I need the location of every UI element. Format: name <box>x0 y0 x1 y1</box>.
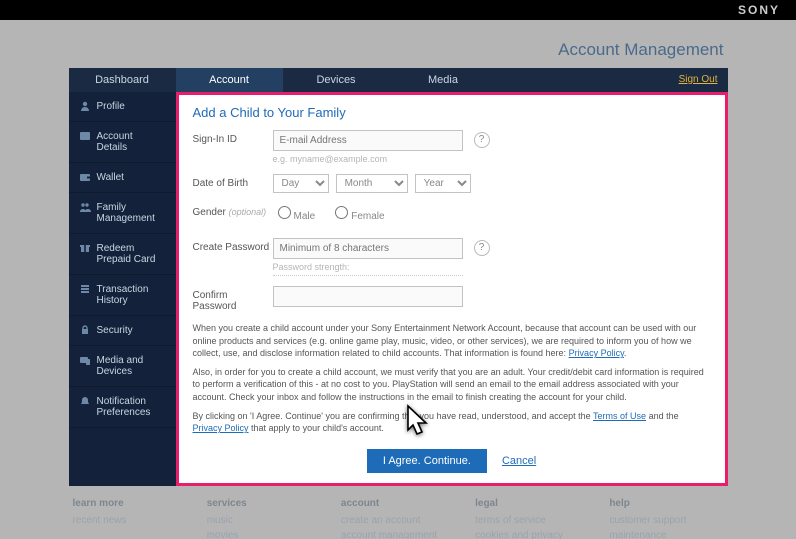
sidebar-item-redeem-prepaid[interactable]: Redeem Prepaid Card <box>69 234 176 275</box>
footer-heading: account <box>341 498 455 509</box>
tab-devices[interactable]: Devices <box>283 68 390 92</box>
dob-year-select[interactable]: Year <box>415 174 471 193</box>
page-footer: learn more recent news services musicmovie… <box>69 486 728 539</box>
footer-link[interactable]: movies <box>207 528 321 539</box>
card-title: Add a Child to Your Family <box>193 105 711 120</box>
footer-link[interactable]: maintenance <box>609 528 723 539</box>
sidebar-item-label: Transaction History <box>97 284 149 306</box>
sidebar-item-label: Security <box>97 325 133 336</box>
footer-heading: services <box>207 498 321 509</box>
cancel-link[interactable]: Cancel <box>502 455 536 467</box>
footer-link[interactable]: create an account <box>341 513 455 528</box>
label-dob: Date of Birth <box>193 174 273 189</box>
agree-continue-button[interactable]: I Agree. Continue. <box>367 449 487 473</box>
legal-text-2: Also, in order for you to create a child… <box>193 366 711 404</box>
label-confirm-password: Confirm Password <box>193 286 273 312</box>
dob-month-select[interactable]: Month <box>336 174 408 193</box>
gender-male-radio[interactable] <box>278 206 291 219</box>
gift-icon <box>79 242 91 254</box>
sidebar-item-account-details[interactable]: Account Details <box>69 122 176 163</box>
help-icon[interactable]: ? <box>474 132 490 148</box>
confirm-password-field[interactable] <box>273 286 463 307</box>
sidebar-item-media-devices[interactable]: Media and Devices <box>69 346 176 387</box>
sidebar-item-label: Media and Devices <box>97 355 144 377</box>
email-field[interactable] <box>273 130 463 151</box>
help-icon[interactable]: ? <box>474 240 490 256</box>
devices-icon <box>79 354 91 366</box>
sidebar-item-security[interactable]: Security <box>69 316 176 346</box>
male-label: Male <box>294 211 316 222</box>
password-field[interactable] <box>273 238 463 259</box>
tab-dashboard[interactable]: Dashboard <box>69 68 176 92</box>
gender-female-radio[interactable] <box>335 206 348 219</box>
female-label: Female <box>351 211 384 222</box>
add-child-card: Add a Child to Your Family Sign-In ID ? … <box>176 92 728 486</box>
sidebar-item-label: Account Details <box>97 131 133 153</box>
label-gender: Gender (optional) <box>193 203 273 218</box>
tab-account[interactable]: Account <box>176 68 283 92</box>
page-title: Account Management <box>73 40 724 60</box>
label-signin-id: Sign-In ID <box>193 130 273 145</box>
footer-link[interactable]: terms of service <box>475 513 589 528</box>
history-icon <box>79 283 91 295</box>
footer-heading: learn more <box>73 498 187 509</box>
lock-icon <box>79 324 91 336</box>
privacy-policy-link-2[interactable]: Privacy Policy <box>193 423 249 433</box>
sidebar-item-transaction-history[interactable]: Transaction History <box>69 275 176 316</box>
sidebar-item-label: Wallet <box>97 172 124 183</box>
sidebar-item-label: Notification Preferences <box>97 396 151 418</box>
email-hint: e.g. myname@example.com <box>273 154 711 164</box>
sidebar-item-family-management[interactable]: Family Management <box>69 193 176 234</box>
wallet-icon <box>79 171 91 183</box>
sidebar-item-label: Redeem Prepaid Card <box>97 243 156 265</box>
id-card-icon <box>79 130 91 142</box>
account-sidebar: Profile Account Details Wallet Family Ma… <box>69 92 176 486</box>
footer-heading: legal <box>475 498 589 509</box>
family-icon <box>79 201 91 213</box>
footer-link[interactable]: customer support <box>609 513 723 528</box>
footer-link[interactable]: cookies and privacy policy <box>475 528 589 539</box>
dob-day-select[interactable]: Day <box>273 174 329 193</box>
tab-media[interactable]: Media <box>390 68 497 92</box>
label-create-password: Create Password <box>193 238 273 253</box>
privacy-policy-link[interactable]: Privacy Policy <box>569 348 624 358</box>
legal-text-1: When you create a child account under yo… <box>193 322 711 360</box>
person-icon <box>79 100 91 112</box>
password-strength: Password strength: <box>273 262 711 272</box>
sidebar-item-label: Profile <box>97 101 125 112</box>
sign-out-link[interactable]: Sign Out <box>679 68 728 92</box>
footer-link[interactable]: recent news <box>73 513 187 528</box>
legal-text-3: By clicking on 'I Agree. Continue' you a… <box>193 410 711 435</box>
main-tabs: Dashboard Account Devices Media Sign Out <box>69 68 728 92</box>
sidebar-item-notification-prefs[interactable]: Notification Preferences <box>69 387 176 428</box>
sidebar-item-wallet[interactable]: Wallet <box>69 163 176 193</box>
terms-of-use-link[interactable]: Terms of Use <box>593 411 646 421</box>
sidebar-item-profile[interactable]: Profile <box>69 92 176 122</box>
footer-heading: help <box>609 498 723 509</box>
footer-link[interactable]: account management <box>341 528 455 539</box>
footer-link[interactable]: music <box>207 513 321 528</box>
sidebar-item-label: Family Management <box>97 202 155 224</box>
brand-bar: SONY <box>0 0 796 20</box>
bell-icon <box>79 395 91 407</box>
